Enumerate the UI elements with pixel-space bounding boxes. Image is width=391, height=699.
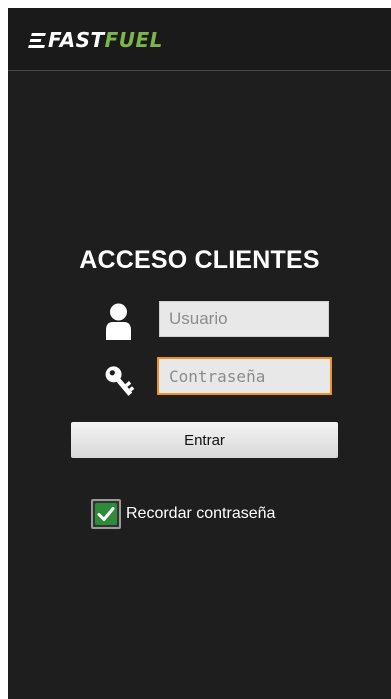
password-input[interactable] [157,357,332,395]
username-input[interactable] [159,301,329,337]
logo-text-fast: FAST [48,28,105,52]
checkmark-icon [97,507,115,521]
remember-password-toggle[interactable]: Recordar contraseña [91,498,275,530]
key-icon [105,366,135,396]
logo-speed-lines [28,32,48,48]
page-title: ACCESO CLIENTES [79,246,320,274]
user-icon [106,303,131,340]
logo-text-fuel: FUEL [104,28,163,52]
fastfuel-logo: FAST FUEL [28,24,163,56]
app-screen: FASTFUEL ACCESO CLIENTES Entrar Recordar… [8,8,391,699]
checkbox-fill [95,503,117,525]
remember-checkbox[interactable] [91,499,121,529]
remember-password-label: Recordar contraseña [126,505,276,522]
submit-button[interactable]: Entrar [71,422,338,458]
app-header: FAST FUEL [8,8,391,71]
